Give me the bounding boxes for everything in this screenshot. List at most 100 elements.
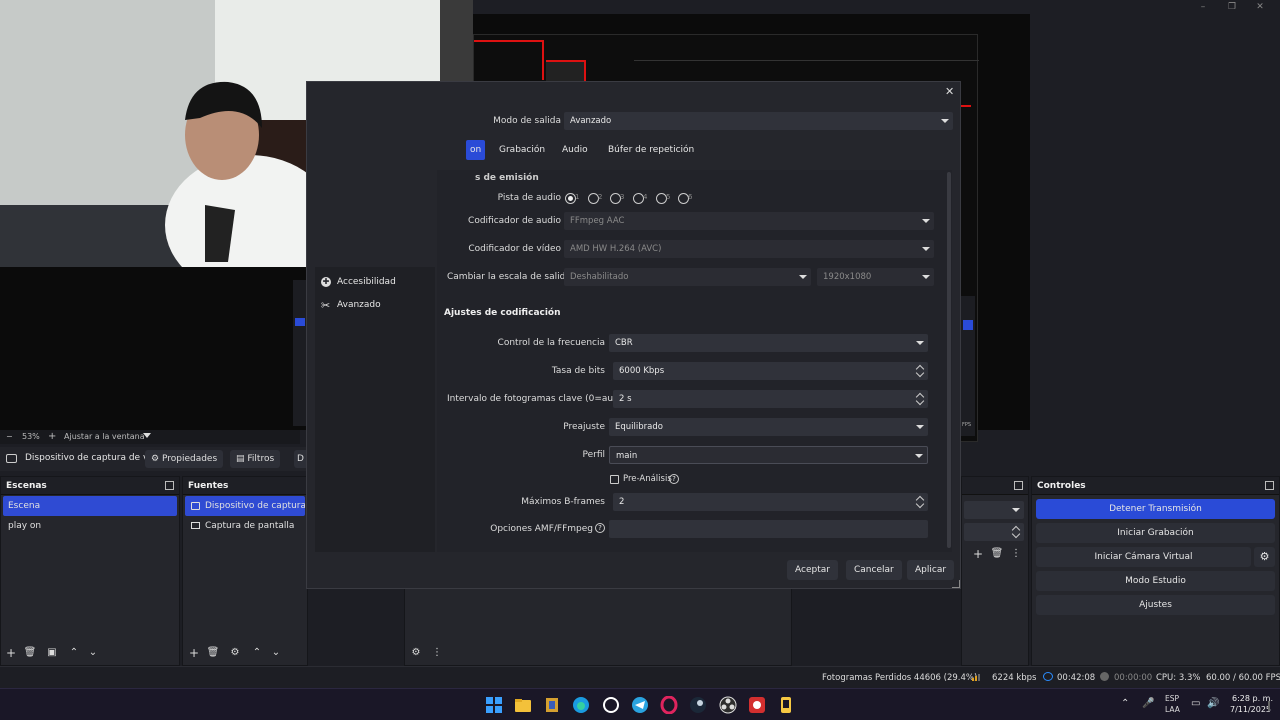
- tab-audio[interactable]: Audio: [555, 140, 595, 160]
- resize-grip-icon[interactable]: [952, 580, 960, 588]
- clock-time[interactable]: 6:28 p. m.: [1232, 694, 1273, 703]
- video-encoder-select[interactable]: AMD HW H.264 (AVC): [564, 240, 934, 258]
- add-transition-icon[interactable]: +: [970, 545, 986, 563]
- fit-window-label[interactable]: Ajustar a la ventana: [64, 432, 145, 441]
- help-icon[interactable]: ?: [595, 523, 605, 533]
- rescale-label: Cambiar la escala de salida: [447, 272, 571, 282]
- add-scene-icon[interactable]: +: [3, 644, 19, 662]
- maximize-icon[interactable]: ❐: [1226, 2, 1238, 12]
- scene-item[interactable]: Escena: [3, 496, 177, 516]
- nested-left-strip: [293, 280, 307, 426]
- language-code[interactable]: ESP: [1165, 694, 1179, 703]
- rate-control-label: Control de la frecuencia: [497, 338, 605, 348]
- source-settings-icon[interactable]: ⚙: [227, 644, 243, 662]
- dock-float-icon[interactable]: [1265, 481, 1274, 490]
- output-mode-select[interactable]: Avanzado: [564, 112, 953, 130]
- dock-float-icon[interactable]: [1014, 481, 1023, 490]
- tab-recording[interactable]: Grabación: [492, 140, 552, 160]
- preanalysis-checkbox[interactable]: [610, 475, 619, 484]
- volume-icon[interactable]: 🔊: [1207, 698, 1219, 709]
- close-icon[interactable]: ✕: [945, 85, 954, 98]
- bitrate-spinbox[interactable]: 6000 Kbps: [613, 362, 928, 380]
- network-icon[interactable]: ▭: [1191, 698, 1200, 709]
- opera-icon[interactable]: [660, 696, 678, 714]
- tab-streaming[interactable]: on: [466, 140, 486, 160]
- dock-float-icon[interactable]: [165, 481, 174, 490]
- telegram-icon[interactable]: [631, 696, 649, 714]
- start-virtual-cam-button[interactable]: Iniciar Cámara Virtual: [1036, 547, 1251, 567]
- steam-icon[interactable]: [689, 696, 707, 714]
- minimize-icon[interactable]: –: [1197, 2, 1209, 12]
- cancel-button[interactable]: Cancelar: [846, 560, 902, 580]
- zoom-out-icon[interactable]: −: [6, 432, 13, 441]
- red-selection-frame: [474, 40, 544, 80]
- fit-dropdown-icon[interactable]: [143, 433, 151, 438]
- transition-select[interactable]: [964, 501, 1024, 519]
- nested-dock-strip: FPS: [961, 296, 975, 436]
- help-icon[interactable]: ?: [669, 474, 679, 484]
- keyframe-spinbox[interactable]: 2 s: [613, 390, 928, 408]
- preset-select[interactable]: Equilibrado: [609, 418, 928, 436]
- show-desktop-icon[interactable]: [1268, 701, 1270, 711]
- settings-scrollbar[interactable]: [947, 172, 951, 548]
- profile-select[interactable]: main: [609, 446, 928, 464]
- tab-replay-buffer[interactable]: Búfer de repetición: [601, 140, 701, 160]
- filters-button[interactable]: ▤ Filtros: [230, 450, 281, 468]
- move-down-icon[interactable]: ⌄: [268, 644, 284, 662]
- bframes-spinbox[interactable]: 2: [613, 493, 928, 511]
- amf-options-input[interactable]: [609, 520, 928, 538]
- properties-label: Propiedades: [161, 454, 218, 464]
- file-explorer-icon[interactable]: [514, 696, 532, 714]
- virtual-cam-settings-icon[interactable]: ⚙: [1254, 547, 1275, 567]
- app-icon[interactable]: [543, 696, 561, 714]
- move-up-icon[interactable]: ⌃: [66, 644, 82, 662]
- nested-selected-marker: [963, 320, 973, 330]
- rescale-select[interactable]: Deshabilitado: [564, 268, 811, 286]
- camera-icon: [191, 502, 200, 510]
- transition-menu-icon[interactable]: ⋮: [1008, 545, 1024, 563]
- app-icon-yellow[interactable]: [777, 696, 795, 714]
- whatsapp-icon[interactable]: [602, 696, 620, 714]
- settings-button[interactable]: Ajustes: [1036, 595, 1275, 615]
- rate-control-select[interactable]: CBR: [609, 334, 928, 352]
- source-item[interactable]: Dispositivo de captura de: [185, 496, 305, 516]
- remove-transition-icon[interactable]: 🗑: [989, 545, 1005, 563]
- clock-date[interactable]: 7/11/2025: [1230, 705, 1271, 714]
- sources-title: Fuentes: [188, 481, 229, 491]
- rescale-value: Deshabilitado: [570, 272, 629, 282]
- scene-filters-icon[interactable]: ▣: [44, 644, 60, 662]
- obs-icon[interactable]: [719, 696, 737, 714]
- edge-icon[interactable]: [572, 696, 590, 714]
- output-mode-value: Avanzado: [570, 116, 612, 126]
- start-menu-icon[interactable]: [485, 696, 503, 714]
- move-down-icon[interactable]: ⌄: [85, 644, 101, 662]
- accept-button[interactable]: Aceptar: [787, 560, 838, 580]
- keyboard-layout[interactable]: LAA: [1165, 705, 1180, 714]
- transitions-dock-title: [962, 477, 1028, 495]
- stream-section-title: s de emisión: [475, 173, 539, 183]
- studio-mode-button[interactable]: Modo Estudio: [1036, 571, 1275, 591]
- mixer-menu-icon[interactable]: ⋮: [429, 644, 445, 662]
- remove-source-icon[interactable]: 🗑: [205, 644, 221, 662]
- stop-stream-button[interactable]: Detener Transmisión: [1036, 499, 1275, 519]
- audio-encoder-select[interactable]: FFmpeg AAC: [564, 212, 934, 230]
- apply-button[interactable]: Aplicar: [907, 560, 955, 580]
- transition-duration[interactable]: [964, 523, 1024, 541]
- scene-item[interactable]: play on: [3, 516, 177, 536]
- remove-scene-icon[interactable]: 🗑: [22, 644, 38, 662]
- microphone-icon[interactable]: 🎤: [1142, 698, 1154, 709]
- mixer-settings-icon[interactable]: ⚙: [408, 644, 424, 662]
- close-window-icon[interactable]: ✕: [1254, 2, 1266, 12]
- source-item[interactable]: Captura de pantalla: [185, 516, 305, 536]
- audio-track-number: 4: [643, 193, 648, 201]
- zoom-in-icon[interactable]: +: [48, 431, 56, 442]
- rescale-resolution-select[interactable]: 1920x1080: [817, 268, 934, 286]
- scenes-dock-title: Escenas: [1, 477, 179, 495]
- recorder-icon[interactable]: [748, 696, 766, 714]
- properties-button[interactable]: ⚙ Propiedades: [145, 450, 224, 468]
- fps-readout: 60.00 / 60.00 FPS: [1206, 673, 1280, 683]
- add-source-icon[interactable]: +: [186, 644, 202, 662]
- tray-overflow-icon[interactable]: ⌃: [1121, 698, 1129, 709]
- start-recording-button[interactable]: Iniciar Grabación: [1036, 523, 1275, 543]
- move-up-icon[interactable]: ⌃: [249, 644, 265, 662]
